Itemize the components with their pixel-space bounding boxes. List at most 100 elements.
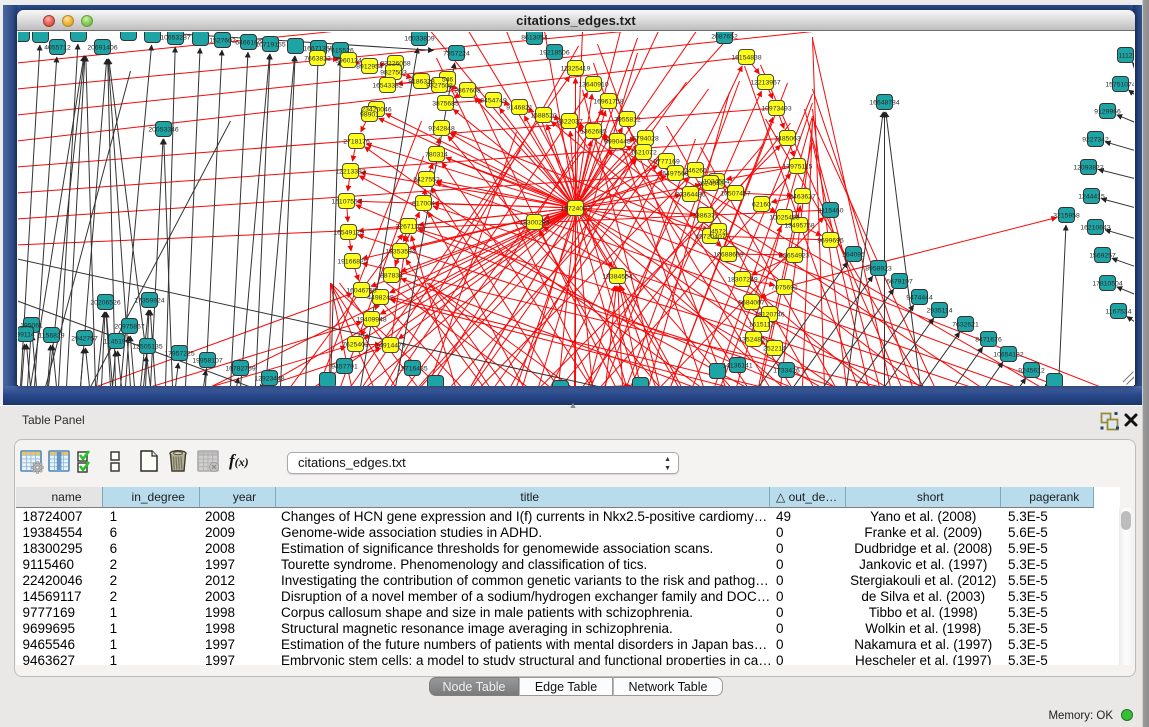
svg-text:10688609: 10688609	[713, 252, 743, 259]
svg-text:3624543: 3624543	[697, 181, 724, 188]
svg-text:20206526: 20206526	[90, 300, 120, 307]
svg-text:18307249: 18307249	[727, 277, 757, 284]
svg-text:8613054: 8613054	[521, 35, 548, 42]
svg-text:62160: 62160	[752, 202, 771, 209]
svg-text:9463627: 9463627	[789, 194, 816, 201]
svg-text:4572: 4572	[711, 229, 726, 236]
svg-text:98901: 98901	[360, 112, 379, 119]
svg-text:9129966: 9129966	[1094, 109, 1121, 116]
svg-text:7955812: 7955812	[614, 117, 641, 124]
svg-text:12505135: 12505135	[132, 344, 162, 351]
svg-text:13640910: 13640910	[578, 82, 608, 89]
svg-text:20691406: 20691406	[87, 45, 117, 52]
svg-text:1244415: 1244415	[1078, 194, 1105, 201]
svg-text:9777169: 9777169	[653, 159, 680, 166]
svg-text:19353594: 19353594	[385, 249, 415, 256]
svg-text:9327508: 9327508	[426, 83, 453, 90]
svg-text:9699695: 9699695	[817, 238, 844, 245]
svg-text:16648784: 16648784	[869, 100, 899, 107]
svg-text:164095: 164095	[842, 252, 865, 259]
svg-text:11325419: 11325419	[561, 66, 591, 73]
svg-text:3215958: 3215958	[1053, 213, 1080, 220]
svg-text:16210643: 16210643	[1080, 225, 1110, 232]
svg-text:9115460: 9115460	[818, 208, 844, 215]
svg-text:18724007: 18724007	[560, 206, 590, 213]
svg-text:2718176: 2718176	[343, 139, 370, 146]
svg-text:8958923: 8958923	[865, 266, 892, 273]
svg-text:5684067: 5684067	[738, 300, 765, 307]
svg-text:23226058: 23226058	[380, 61, 410, 68]
svg-text:780314: 780314	[425, 152, 448, 159]
svg-text:16154838: 16154838	[731, 55, 761, 62]
svg-text:10654122: 10654122	[993, 352, 1023, 359]
svg-text:15716485: 15716485	[397, 366, 427, 373]
svg-text:8912954: 8912954	[356, 64, 383, 71]
svg-text:16107553: 16107553	[331, 199, 361, 206]
svg-text:8454749: 8454749	[480, 98, 507, 105]
svg-text:16033809: 16033809	[404, 36, 434, 43]
svg-text:39114: 39114	[18, 332, 35, 339]
svg-text:15751074: 15751074	[1105, 82, 1134, 89]
svg-text:10507457: 10507457	[720, 191, 750, 198]
svg-text:2942757: 2942757	[71, 336, 98, 343]
svg-text:3875685: 3875685	[432, 101, 459, 108]
svg-text:9242848: 9242848	[428, 126, 455, 133]
svg-text:20053346: 20053346	[148, 127, 178, 134]
svg-text:13654923: 13654923	[779, 253, 809, 260]
svg-text:7625402: 7625402	[342, 342, 369, 349]
svg-text:1588520: 1588520	[530, 113, 557, 120]
svg-text:12923448: 12923448	[254, 376, 284, 383]
svg-text:20975867: 20975867	[114, 324, 144, 331]
svg-text:1145194: 1145194	[104, 339, 130, 346]
svg-text:17957225: 17957225	[164, 351, 194, 358]
svg-text:9245612: 9245612	[1018, 368, 1045, 375]
svg-text:8427552: 8427552	[413, 177, 440, 184]
svg-text:1167534: 1167534	[1106, 309, 1132, 316]
svg-text:195061: 195061	[20, 323, 43, 330]
svg-text:746266: 746266	[684, 168, 707, 175]
svg-text:12213383: 12213383	[335, 169, 365, 176]
svg-text:10973493: 10973493	[761, 106, 791, 113]
svg-text:16046768: 16046768	[346, 288, 376, 295]
svg-text:13524851: 13524851	[738, 337, 768, 344]
svg-text:2087652: 2087652	[711, 34, 738, 41]
svg-text:252214: 252214	[763, 346, 786, 353]
svg-text:8471676: 8471676	[975, 337, 1002, 344]
svg-text:7357224: 7357224	[443, 51, 470, 58]
svg-text:1527602: 1527602	[209, 38, 236, 45]
svg-text:2867608: 2867608	[454, 88, 481, 95]
svg-text:17810504: 17810504	[1092, 281, 1122, 288]
svg-text:6794028: 6794028	[632, 136, 659, 143]
svg-text:9474444: 9474444	[906, 295, 933, 302]
svg-text:10025458: 10025458	[769, 215, 799, 222]
svg-text:7632621: 7632621	[952, 322, 979, 329]
svg-text:16543382: 16543382	[372, 83, 402, 90]
svg-text:13495758: 13495758	[784, 223, 814, 230]
svg-text:9457791: 9457791	[331, 364, 358, 371]
svg-text:19384554: 19384554	[602, 274, 632, 281]
svg-text:9827503: 9827503	[380, 70, 407, 77]
svg-text:1733426: 1733426	[773, 368, 800, 375]
svg-text:19409948: 19409948	[356, 317, 386, 324]
svg-text:4055712: 4055712	[44, 45, 71, 52]
svg-text:3267110: 3267110	[396, 224, 422, 231]
svg-text:16549125: 16549125	[333, 230, 363, 237]
svg-text:7515526: 7515526	[327, 48, 354, 55]
svg-text:7075692: 7075692	[771, 285, 798, 292]
svg-text:817004: 817004	[412, 201, 435, 208]
svg-text:19218506: 19218506	[539, 50, 569, 57]
svg-text:14914479: 14914479	[375, 343, 405, 350]
svg-text:10653287: 10653287	[160, 35, 190, 42]
svg-text:17975115: 17975115	[783, 164, 813, 171]
svg-text:7663822: 7663822	[304, 56, 331, 63]
svg-text:1362685: 1362685	[580, 129, 607, 136]
svg-text:19166825: 19166825	[337, 259, 367, 266]
svg-text:8990448: 8990448	[604, 139, 631, 146]
svg-text:20364486: 20364486	[675, 192, 705, 199]
svg-text:19958107: 19958107	[192, 358, 222, 365]
svg-text:1569257: 1569257	[1089, 253, 1116, 260]
svg-text:4498242: 4498242	[367, 295, 394, 302]
svg-text:9227342: 9227342	[1082, 137, 1109, 144]
svg-text:1112: 1112	[1118, 53, 1132, 60]
svg-text:1621072: 1621072	[630, 150, 657, 157]
